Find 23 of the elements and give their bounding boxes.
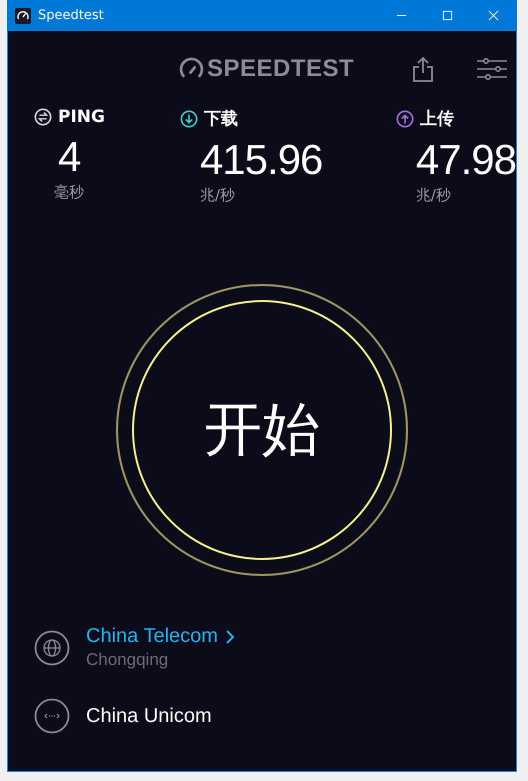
metric-unit: 兆/秒 [198,186,236,205]
window-title: Speedtest [38,8,104,23]
logo-text: SPEEDTEST [207,55,354,83]
gauge-icon [15,8,31,24]
server-location: Chongqing [86,650,170,670]
share-icon[interactable] [413,56,434,82]
metric-label: PING [58,107,105,127]
connection-icon [34,698,70,734]
metric-label: 上传 [420,108,454,130]
start-button[interactable]: 开始 [116,284,408,576]
metric-unit: 毫秒 [53,183,85,202]
settings-icon[interactable] [476,58,508,80]
chevron-icon [226,630,234,644]
metric-value: 47.98 [414,136,516,184]
metric-unit: 兆/秒 [414,186,452,205]
server-name[interactable]: China Telecom [86,625,218,648]
metric-value: 4 [57,133,82,181]
metric-label: 下载 [204,108,238,130]
server-name[interactable]: China Unicom [86,704,212,728]
maximize-icon[interactable] [442,10,453,21]
metric-value: 415.96 [198,136,324,184]
globe-icon [34,630,70,666]
close-icon[interactable] [488,10,499,21]
